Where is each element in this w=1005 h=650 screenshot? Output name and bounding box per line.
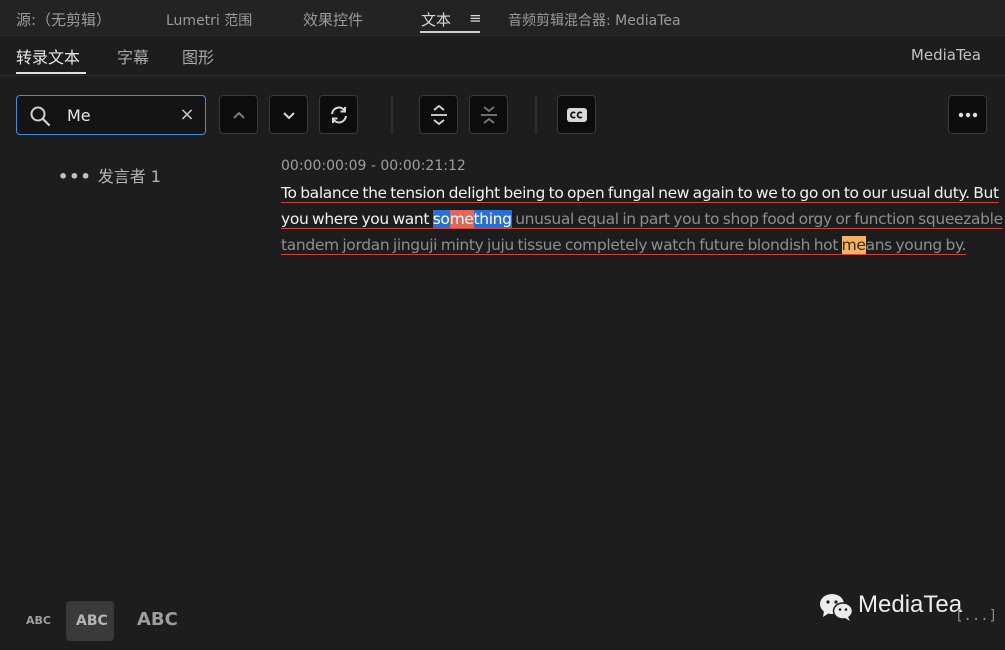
clear-search-icon[interactable]: × [177,104,197,125]
tab-source[interactable]: 源:（无剪辑） [16,9,111,30]
text-size-medium-label[interactable]: ABC [76,613,108,629]
watermark-text: MediaTea [858,591,963,618]
search-match-highlight[interactable]: thing [473,210,512,228]
wechat-icon [820,594,854,621]
text-panel-subtabs: 转录文本 字幕 图形 MediaTea [0,36,1005,76]
speaker-menu-icon[interactable]: ••• [58,167,92,186]
text-size-small-button[interactable]: ABC [26,614,51,627]
search-icon [30,106,51,127]
search-match-highlight[interactable]: me [841,236,866,254]
chevron-down-icon [283,112,295,120]
search-match-highlight[interactable]: so [432,210,450,228]
more-icon [958,112,978,118]
tab-effect-controls[interactable]: 效果控件 [303,9,363,30]
closed-captions-icon [567,108,587,122]
sequence-name: MediaTea [910,46,981,64]
expand-icon [431,104,447,126]
speaker-label[interactable]: ••• 发言者 1 [58,163,161,187]
toolbar-divider [391,96,393,134]
chevron-up-icon [233,111,245,119]
subtab-transcript[interactable]: 转录文本 [16,44,80,68]
tab-audio-clip-mixer[interactable]: 音频剪辑混合器: MediaTea [508,10,681,30]
subtab-captions[interactable]: 字幕 [117,44,149,68]
refresh-icon [331,106,347,124]
transcript-line-2-played[interactable]: you where you want [281,210,433,228]
tab-text[interactable]: 文本 [421,9,451,30]
tab-lumetri-scopes[interactable]: Lumetri 范围 [166,10,252,30]
subtab-graphics[interactable]: 图形 [182,44,214,68]
next-match-button[interactable] [269,95,308,134]
collapse-icon [481,106,497,124]
search-input[interactable] [67,103,177,127]
create-captions-button[interactable] [557,95,596,134]
transcript-segment[interactable]: To balance the tension delight being to … [281,180,1003,258]
text-size-large-button[interactable]: ABC [137,609,178,630]
replace-button[interactable] [319,95,358,134]
transcript-line-2-rest[interactable]: unusual equal in part you to shop food o… [512,210,1003,228]
expand-all-button[interactable] [419,95,458,134]
transcript-line-3-start[interactable]: tandem jordan jinguji minty juju tissue … [281,236,842,254]
panel-corner-button[interactable]: [...] [955,608,997,624]
active-tab-indicator [420,31,480,33]
active-subtab-indicator [16,72,86,74]
more-options-button[interactable] [948,95,987,134]
collapse-all-button[interactable] [469,95,508,134]
transcript-line-3-end[interactable]: ans young by. [866,236,967,254]
segment-timestamp: 00:00:00:09 - 00:00:21:12 [281,158,466,174]
transcript-search-box[interactable]: × [16,95,206,135]
toolbar-divider [535,96,537,134]
speaker-name: 发言者 1 [97,167,161,186]
search-match-current[interactable]: me [449,210,474,228]
transcript-line-1[interactable]: To balance the tension delight being to … [281,184,999,202]
panel-menu-icon[interactable]: ≡ [469,9,482,27]
panel-tab-bar: 源:（无剪辑） Lumetri 范围 效果控件 文本 ≡ 音频剪辑混合器: Me… [0,0,1005,36]
previous-match-button[interactable] [219,95,258,134]
